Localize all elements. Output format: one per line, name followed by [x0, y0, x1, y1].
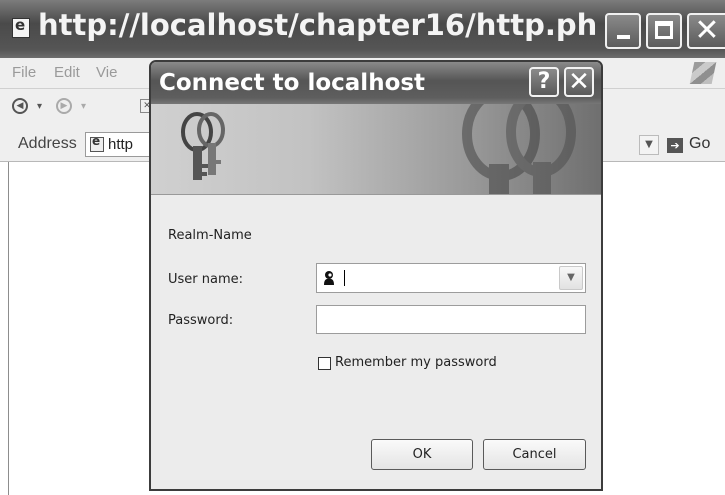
go-button[interactable]: Go	[689, 135, 710, 153]
cancel-button[interactable]: Cancel	[483, 439, 586, 470]
forward-dropdown-icon[interactable]: ▾	[81, 101, 86, 112]
address-label: Address	[18, 135, 77, 152]
remember-password-label[interactable]: Remember my password	[335, 355, 497, 370]
username-combobox[interactable]: ▼	[316, 263, 586, 293]
keys-icon	[181, 112, 225, 180]
maximize-icon	[655, 21, 673, 39]
back-dropdown-icon[interactable]: ▾	[37, 101, 42, 112]
ie-page-icon	[12, 16, 30, 38]
realm-name: Realm-Name	[168, 228, 252, 243]
maximize-button[interactable]	[646, 13, 682, 49]
back-icon[interactable]: ◀	[12, 98, 28, 114]
dialog-close-button[interactable]: ✕	[564, 67, 594, 97]
content-border	[8, 162, 9, 495]
ie-page-icon	[90, 134, 104, 152]
browser-close-button[interactable]: ✕	[687, 13, 725, 49]
ok-button[interactable]: OK	[371, 439, 473, 470]
go-arrow-icon[interactable]: ➔	[667, 138, 683, 153]
checkbox-icon[interactable]	[318, 357, 331, 370]
browser-title: http://localhost/chapter16/http.php - ..…	[38, 8, 598, 42]
menu-file[interactable]: File	[12, 64, 36, 81]
dialog-title: Connect to localhost	[159, 70, 426, 96]
close-icon: ✕	[694, 13, 720, 48]
help-icon: ?	[537, 69, 551, 94]
menu-view[interactable]: Vie	[96, 64, 117, 81]
connect-dialog: Connect to localhost ? ✕ Realm-Name User…	[149, 60, 603, 491]
keys-watermark-icon	[462, 104, 576, 194]
close-icon: ✕	[568, 67, 590, 97]
dialog-banner	[151, 104, 601, 195]
username-label: User name:	[168, 272, 244, 287]
dropdown-icon[interactable]: ▼	[559, 266, 583, 290]
help-button[interactable]: ?	[529, 67, 559, 97]
address-input[interactable]: http	[85, 132, 155, 157]
user-icon	[324, 271, 334, 285]
windows-flag-icon	[689, 62, 717, 84]
browser-title-bar: http://localhost/chapter16/http.php - ..…	[0, 0, 725, 59]
minimize-button[interactable]	[605, 13, 641, 49]
address-value: http	[108, 136, 134, 153]
address-dropdown-icon[interactable]: ▼	[639, 135, 659, 155]
minimize-icon	[617, 35, 630, 39]
dialog-title-bar[interactable]: Connect to localhost ? ✕	[151, 62, 601, 104]
menu-edit[interactable]: Edit	[54, 64, 80, 81]
password-label: Password:	[168, 313, 234, 328]
text-cursor	[344, 270, 345, 286]
forward-icon[interactable]: ▶	[56, 98, 72, 114]
password-field[interactable]	[316, 305, 586, 334]
